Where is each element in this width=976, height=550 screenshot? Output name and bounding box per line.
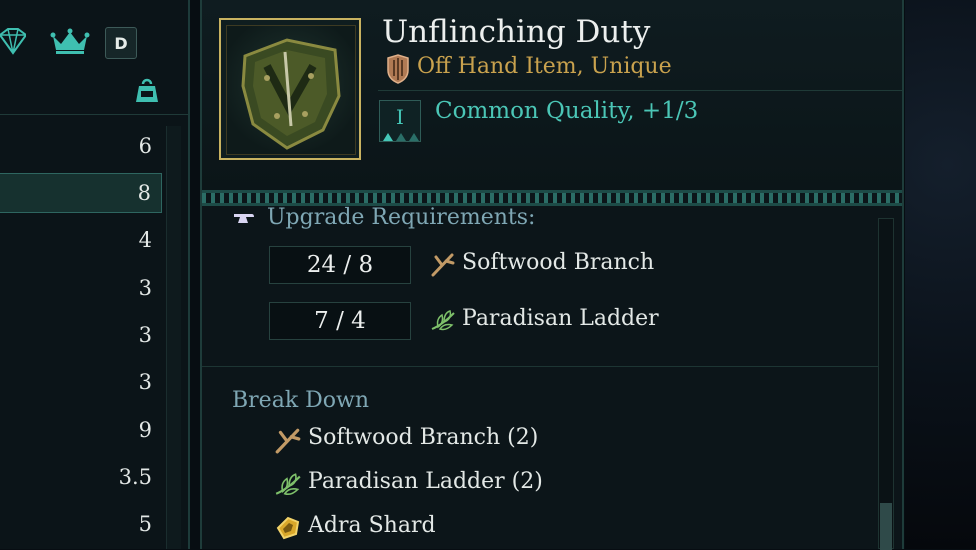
requirement-name: Paradisan Ladder [462, 306, 659, 331]
stat-row[interactable]: 9 [0, 410, 162, 450]
stat-value: 3 [138, 323, 152, 347]
d-key-badge[interactable]: D [105, 27, 137, 59]
quality-pips-icon [383, 131, 419, 141]
stat-row[interactable]: 5 [0, 504, 162, 544]
breakdown-item: Paradisan Ladder (2) [308, 469, 543, 494]
divider [378, 90, 902, 91]
background-starfield [905, 0, 976, 549]
item-title: Unflinching Duty [382, 14, 651, 50]
scrollbar-thumb[interactable] [880, 503, 892, 550]
quality-text: Common Quality, +1/3 [435, 98, 699, 124]
anvil-icon [232, 210, 256, 226]
upgrade-requirements-label: Upgrade Requirements: [267, 205, 536, 230]
stat-value: 6 [138, 134, 152, 158]
off-hand-shield-icon [385, 54, 411, 84]
leaf-icon [430, 307, 456, 333]
leaf-icon [274, 470, 302, 498]
item-header: Unflinching Duty Off Hand Item, Unique I… [202, 0, 902, 190]
stat-row[interactable]: 3 [0, 315, 162, 355]
break-down-label: Break Down [232, 388, 370, 413]
stat-value: 9 [138, 418, 152, 442]
requirement-name: Softwood Branch [462, 250, 655, 275]
stat-value: 4 [138, 228, 152, 252]
item-detail-panel: Unflinching Duty Off Hand Item, Unique I… [200, 0, 904, 550]
divider [202, 366, 878, 367]
shield-icon [226, 25, 356, 155]
quality-tier-label: I [396, 105, 404, 129]
detail-scrollbar[interactable] [878, 218, 894, 550]
branch-icon [430, 251, 456, 277]
stat-value: 5 [138, 512, 152, 536]
stat-row[interactable]: 4 [0, 220, 162, 260]
gem-icon[interactable] [0, 26, 26, 56]
requirement-amount: 7 / 4 [269, 302, 411, 340]
item-type: Off Hand Item, Unique [417, 54, 672, 79]
stats-scrollbar[interactable] [166, 126, 181, 549]
weight-icon[interactable] [134, 76, 160, 104]
stats-list-panel: D 6 8 4 3 3 3 9 3.5 5 [0, 0, 190, 549]
stat-value: 3 [138, 370, 152, 394]
stat-row-selected[interactable]: 8 [0, 173, 162, 213]
shard-icon [274, 514, 302, 542]
stat-value: 8 [137, 181, 151, 205]
requirement-amount: 24 / 8 [269, 246, 411, 284]
stat-value: 3.5 [118, 465, 152, 489]
item-thumbnail [219, 18, 361, 160]
stats-list-header: D [0, 0, 188, 115]
stat-row[interactable]: 3.5 [0, 457, 162, 497]
crown-icon[interactable] [50, 28, 90, 56]
stat-row[interactable]: 6 [0, 126, 162, 166]
ornate-divider [202, 190, 902, 206]
breakdown-item: Softwood Branch (2) [308, 425, 539, 450]
breakdown-item: Adra Shard [308, 513, 436, 538]
stat-row[interactable]: 3 [0, 362, 162, 402]
branch-icon [274, 426, 302, 454]
stat-row[interactable]: 3 [0, 268, 162, 308]
stat-value: 3 [138, 276, 152, 300]
